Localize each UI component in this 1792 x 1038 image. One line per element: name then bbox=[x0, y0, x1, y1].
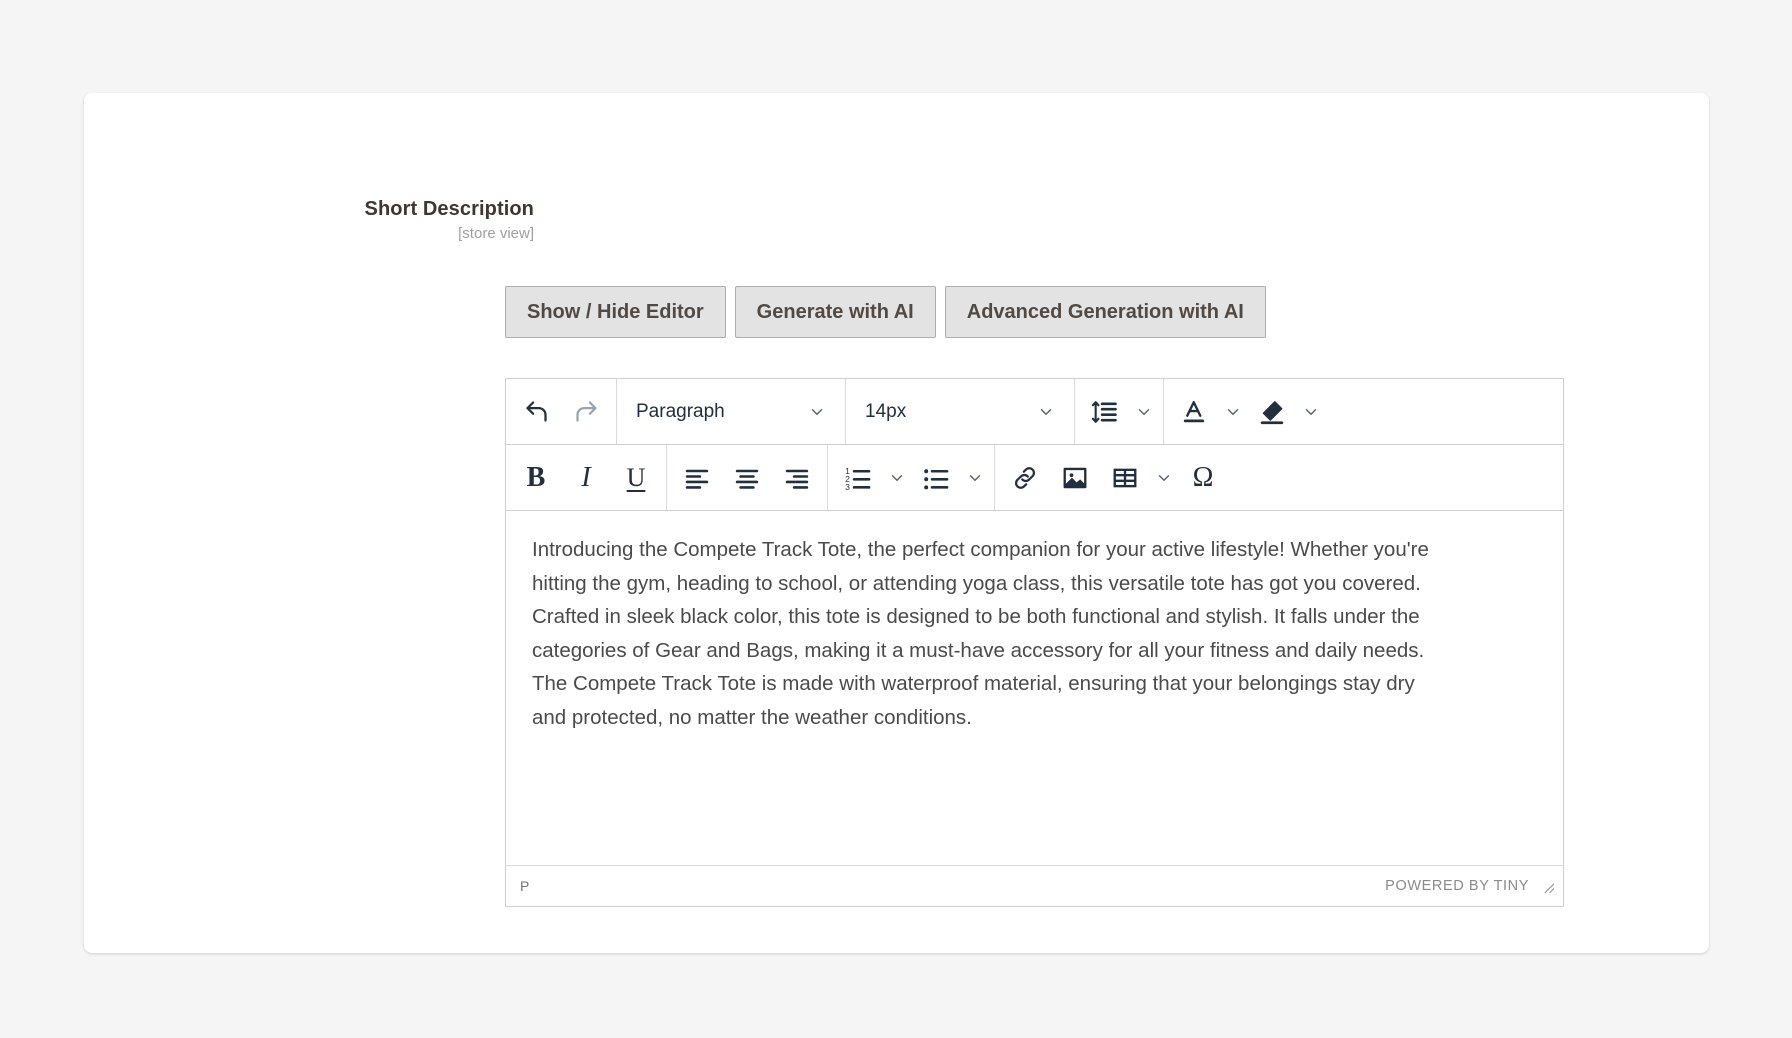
highlight-color-icon[interactable] bbox=[1247, 387, 1297, 437]
screen-root: Short Description [store view] Show / Hi… bbox=[0, 0, 1792, 1038]
insert-group: Ω bbox=[995, 445, 1233, 510]
text-color-icon[interactable] bbox=[1169, 387, 1219, 437]
table-chevron-down-icon[interactable] bbox=[1150, 453, 1178, 503]
editor-action-buttons: Show / Hide Editor Generate with AI Adva… bbox=[505, 286, 1266, 338]
line-height-icon[interactable] bbox=[1080, 387, 1130, 437]
link-icon[interactable] bbox=[1000, 453, 1050, 503]
element-path[interactable]: P bbox=[520, 878, 530, 894]
align-right-icon[interactable] bbox=[772, 453, 822, 503]
align-left-icon[interactable] bbox=[672, 453, 722, 503]
chevron-down-icon bbox=[1037, 403, 1055, 421]
font-size-value: 14px bbox=[865, 400, 907, 422]
tinymce-editor: Paragraph 14px B I U 1 2 3 Ω Introducing… bbox=[505, 378, 1564, 907]
page-title: Short Description bbox=[364, 198, 534, 220]
highlight-color-chevron-down-icon[interactable] bbox=[1297, 387, 1325, 437]
field-scope-label: [store view] bbox=[458, 225, 534, 242]
history-group bbox=[506, 379, 617, 444]
status-right-group: POWERED BY TINY bbox=[1385, 878, 1555, 894]
color-group bbox=[1164, 379, 1330, 444]
field-label-group: Short Description [store view] bbox=[194, 196, 535, 245]
svg-text:3: 3 bbox=[845, 482, 850, 492]
block-format-group: Paragraph bbox=[617, 379, 846, 444]
special-character-icon[interactable]: Ω bbox=[1178, 453, 1228, 503]
undo-icon[interactable] bbox=[511, 387, 561, 437]
alignment-group bbox=[667, 445, 828, 510]
resize-handle-icon[interactable] bbox=[1539, 878, 1555, 894]
table-icon[interactable] bbox=[1100, 453, 1150, 503]
show-hide-editor-button[interactable]: Show / Hide Editor bbox=[505, 286, 726, 338]
form-card: Short Description [store view] Show / Hi… bbox=[84, 93, 1709, 953]
bold-icon[interactable]: B bbox=[511, 453, 561, 503]
block-format-value: Paragraph bbox=[636, 400, 725, 422]
generate-with-ai-button[interactable]: Generate with AI bbox=[734, 286, 936, 338]
bullet-list-icon[interactable] bbox=[911, 453, 961, 503]
text-style-group: B I U bbox=[506, 445, 667, 510]
numbered-list-icon[interactable]: 1 2 3 bbox=[833, 453, 883, 503]
redo-icon[interactable] bbox=[561, 387, 611, 437]
numbered-list-chevron-down-icon[interactable] bbox=[883, 453, 911, 503]
editor-status-bar: P POWERED BY TINY bbox=[506, 866, 1563, 906]
font-size-group: 14px bbox=[846, 379, 1075, 444]
bullet-list-chevron-down-icon[interactable] bbox=[961, 453, 989, 503]
editor-paragraph: Introducing the Compete Track Tote, the … bbox=[532, 538, 1429, 729]
editor-content-area[interactable]: Introducing the Compete Track Tote, the … bbox=[506, 511, 1563, 866]
chevron-down-icon bbox=[808, 403, 826, 421]
tiny-branding-label[interactable]: POWERED BY TINY bbox=[1385, 878, 1529, 894]
advanced-generation-with-ai-button[interactable]: Advanced Generation with AI bbox=[944, 286, 1266, 338]
text-color-chevron-down-icon[interactable] bbox=[1219, 387, 1247, 437]
list-group: 1 2 3 bbox=[828, 445, 995, 510]
block-format-select[interactable]: Paragraph bbox=[622, 387, 840, 437]
editor-toolbar-row-2: B I U 1 2 3 Ω bbox=[506, 445, 1563, 511]
image-icon[interactable] bbox=[1050, 453, 1100, 503]
editor-toolbar-row-1: Paragraph 14px bbox=[506, 379, 1563, 445]
italic-icon[interactable]: I bbox=[561, 453, 611, 503]
underline-icon[interactable]: U bbox=[611, 453, 661, 503]
line-height-chevron-down-icon[interactable] bbox=[1130, 387, 1158, 437]
line-height-group bbox=[1075, 379, 1164, 444]
align-center-icon[interactable] bbox=[722, 453, 772, 503]
font-size-select[interactable]: 14px bbox=[851, 387, 1069, 437]
